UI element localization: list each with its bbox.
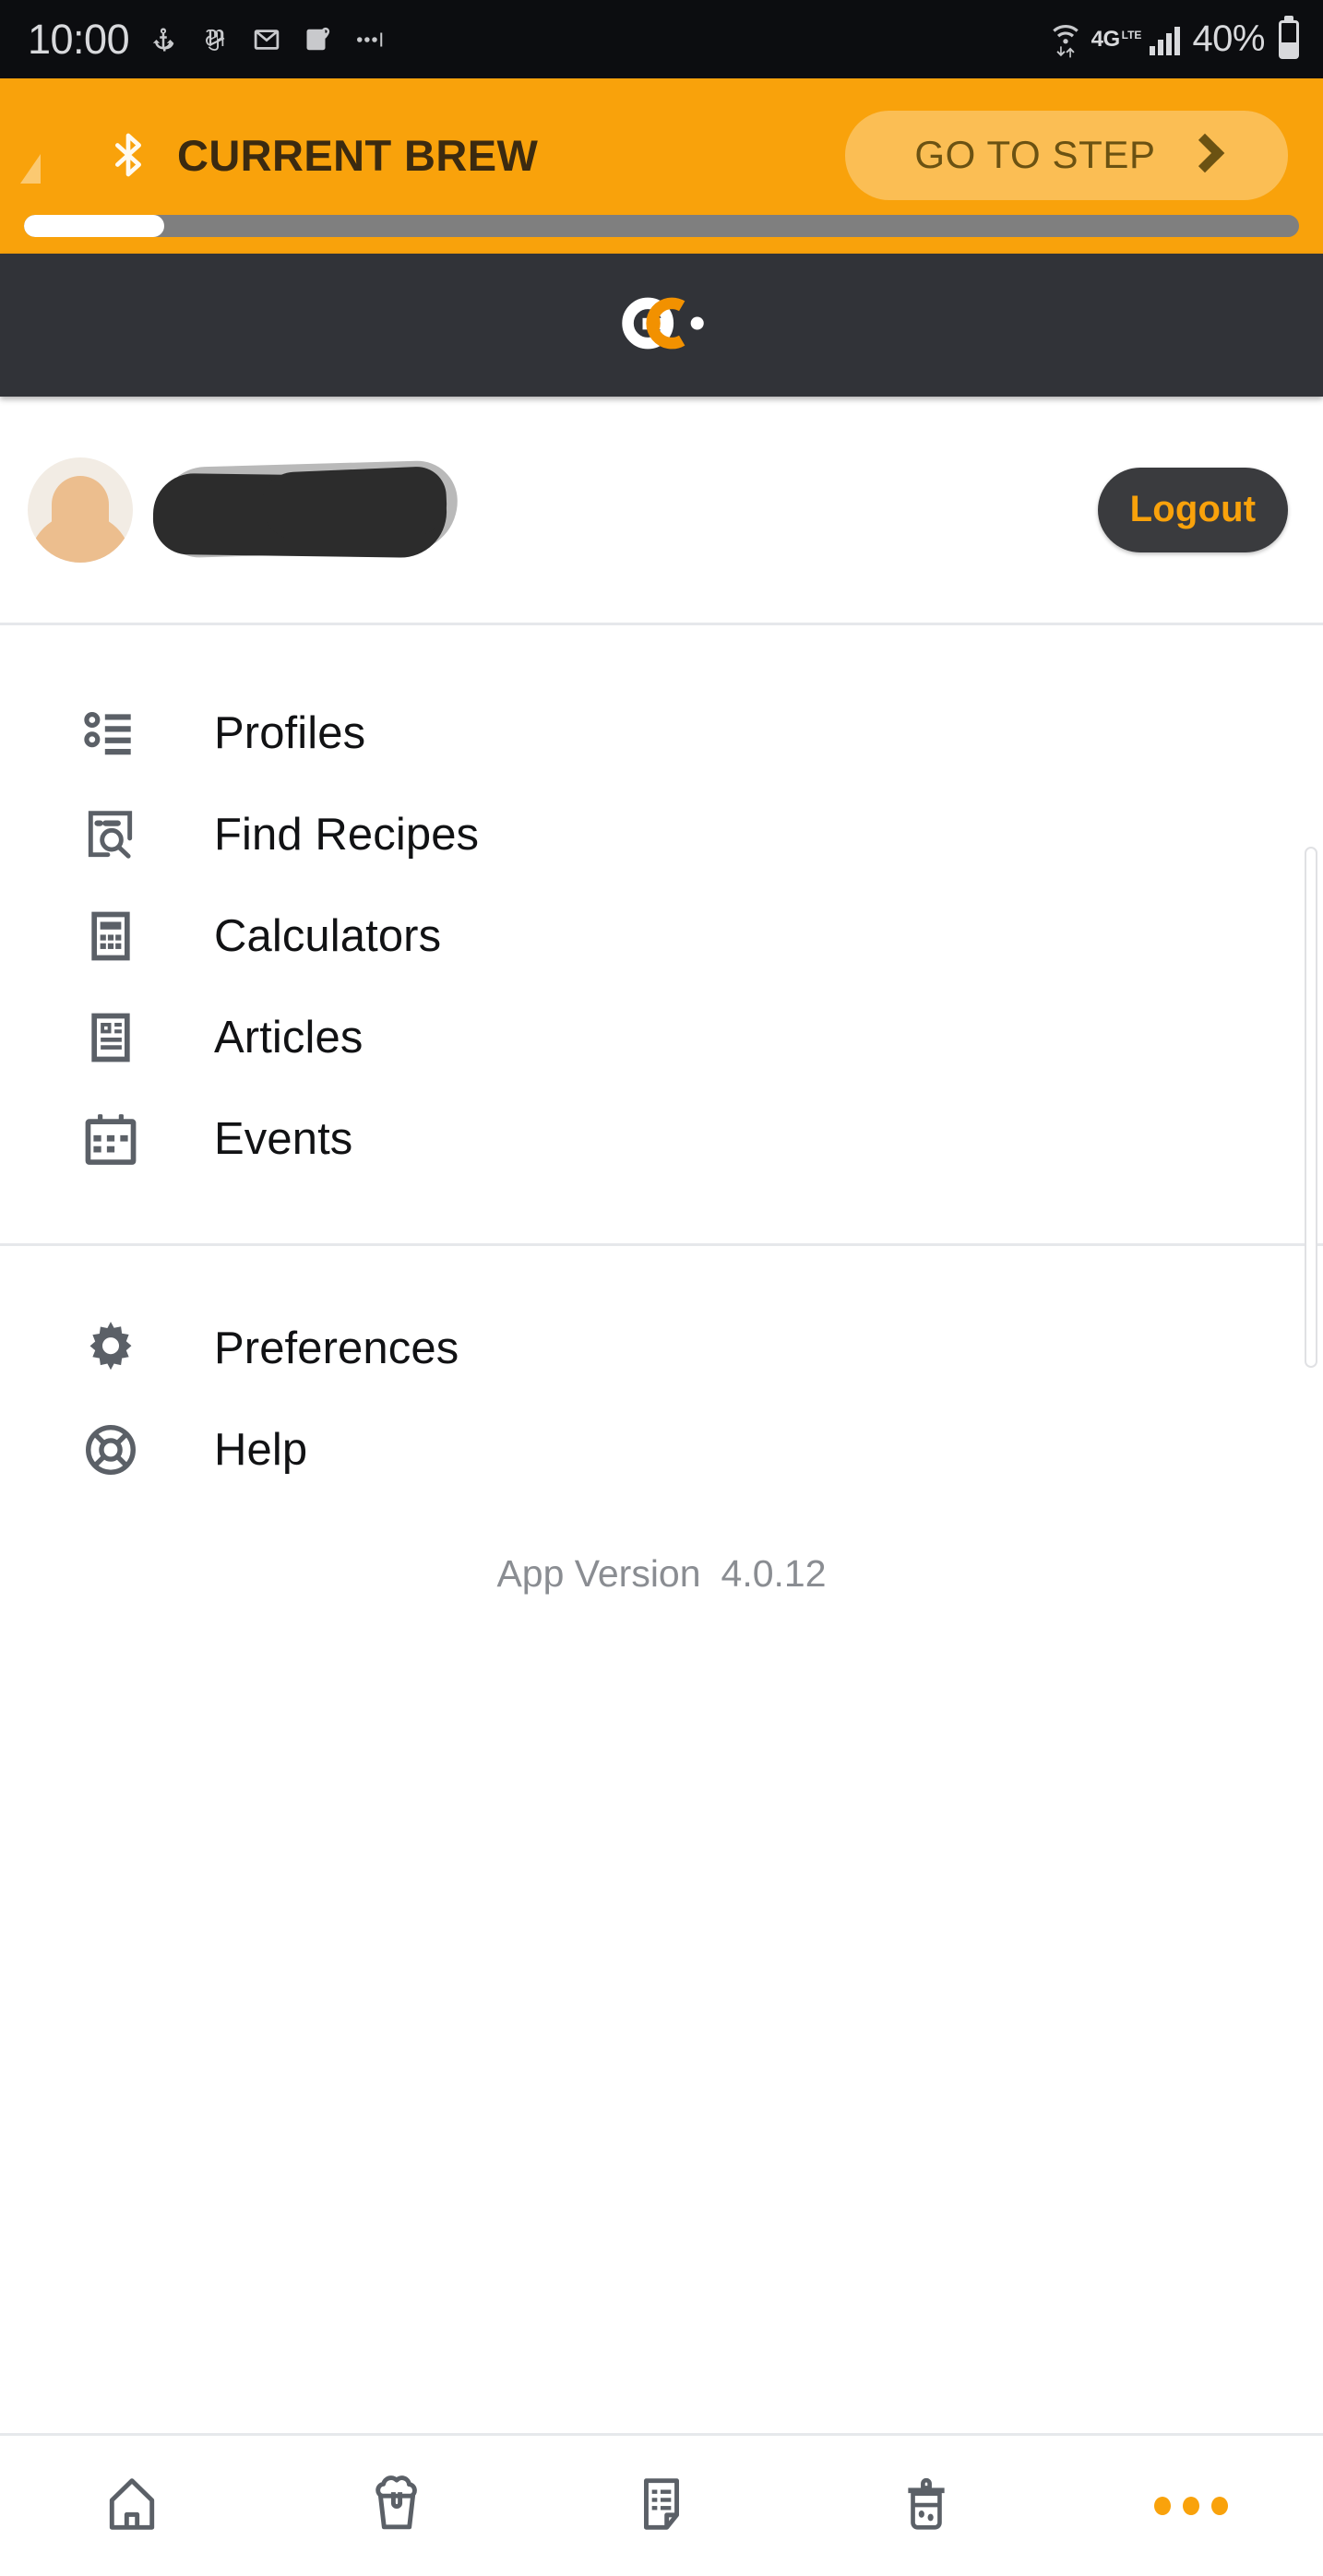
menu-item-events[interactable]: Events xyxy=(0,1088,1323,1190)
brew-progress-fill xyxy=(24,215,165,237)
menu-item-label: Articles xyxy=(214,1013,364,1062)
gear-icon xyxy=(77,1315,144,1382)
nav-item-fermenter[interactable] xyxy=(793,2436,1058,2576)
calendar-icon xyxy=(77,1106,144,1172)
nav-item-more[interactable] xyxy=(1058,2436,1323,2576)
app-version-value: 4.0.12 xyxy=(721,1552,827,1595)
anchor-icon xyxy=(146,22,181,57)
user-profile-row[interactable]: Logout xyxy=(0,397,1323,623)
network-suffix-label: LTE xyxy=(1121,28,1142,42)
recipe-document-icon xyxy=(633,2475,690,2537)
menu-item-help[interactable]: Help xyxy=(0,1399,1323,1501)
article-icon xyxy=(77,1004,144,1071)
logout-button-label: Logout xyxy=(1129,489,1257,529)
primary-menu-section: Profiles Find Recipes Calculators Articl… xyxy=(0,625,1323,1368)
google-maps-icon xyxy=(301,22,336,57)
go-to-step-button[interactable]: GO TO STEP xyxy=(845,110,1288,200)
menu-item-preferences[interactable]: Preferences xyxy=(0,1298,1323,1399)
brew-progress-bar xyxy=(24,215,1299,237)
current-brew-row: CURRENT BREW GO TO STEP xyxy=(0,95,1323,215)
more-notifications-icon xyxy=(352,22,387,57)
current-brew-title: CURRENT BREW xyxy=(177,130,539,180)
status-bar-right: 4G LTE 40% xyxy=(1048,18,1299,60)
menu-item-articles[interactable]: Articles xyxy=(0,987,1323,1088)
app-version-label: App Version xyxy=(496,1552,701,1595)
go-to-step-label: GO TO STEP xyxy=(914,133,1156,176)
status-bar: 10:00 4G LTE 40% xyxy=(0,0,1323,78)
menu-item-label: Profiles xyxy=(214,708,366,758)
fermenter-icon xyxy=(898,2475,955,2537)
avatar-body xyxy=(29,512,132,563)
connection-strength-corner-icon xyxy=(20,154,41,184)
nytimes-icon xyxy=(197,22,232,57)
list-bullets-icon xyxy=(77,700,144,766)
menu-item-find-recipes[interactable]: Find Recipes xyxy=(0,784,1323,885)
app-logo-header xyxy=(0,254,1323,397)
menu-item-label: Preferences xyxy=(214,1324,459,1373)
menu-item-profiles[interactable]: Profiles xyxy=(0,683,1323,784)
secondary-menu-section: Preferences Help App Version 4.0.12 xyxy=(0,1246,1323,1642)
nav-item-recipes[interactable] xyxy=(530,2436,794,2576)
calculator-icon xyxy=(77,903,144,969)
network-type-label: 4G xyxy=(1091,26,1121,52)
logout-button[interactable]: Logout xyxy=(1098,467,1288,552)
nav-item-brew[interactable] xyxy=(265,2436,530,2576)
more-dots-icon xyxy=(1153,2497,1228,2515)
current-brew-banner[interactable]: CURRENT BREW GO TO STEP xyxy=(0,78,1323,254)
chevron-right-icon xyxy=(1185,133,1224,173)
home-icon xyxy=(103,2475,161,2537)
menu-item-label: Events xyxy=(214,1114,353,1164)
beer-glass-icon xyxy=(368,2475,425,2537)
lifebuoy-icon xyxy=(77,1417,144,1483)
nav-item-home[interactable] xyxy=(0,2436,265,2576)
status-bar-clock: 10:00 xyxy=(28,15,130,63)
bluetooth-icon xyxy=(100,126,157,184)
menu-item-calculators[interactable]: Calculators xyxy=(0,885,1323,987)
menu-item-label: Find Recipes xyxy=(214,810,480,860)
avatar[interactable] xyxy=(28,457,133,563)
document-search-icon xyxy=(77,801,144,868)
app-version-row: App Version 4.0.12 xyxy=(0,1501,1323,1596)
battery-icon xyxy=(1279,19,1299,59)
cellular-signal-icon xyxy=(1150,24,1181,55)
network-type-indicator: 4G LTE xyxy=(1091,26,1142,52)
wifi-data-transfer-icon xyxy=(1048,22,1083,57)
grainfather-gc-logo xyxy=(593,291,730,361)
username-redacted xyxy=(152,457,478,563)
bottom-navigation-bar xyxy=(0,2433,1323,2576)
menu-item-label: Help xyxy=(214,1425,308,1475)
battery-percent-label: 40% xyxy=(1192,18,1265,59)
gmail-icon xyxy=(249,22,284,57)
app-screen: 10:00 4G LTE 40% CURRENT BREW GO TO STEP… xyxy=(0,0,1323,2576)
redaction-mark-black-2 xyxy=(260,465,448,542)
status-bar-left: 10:00 xyxy=(28,16,387,64)
menu-item-label: Calculators xyxy=(214,911,442,961)
